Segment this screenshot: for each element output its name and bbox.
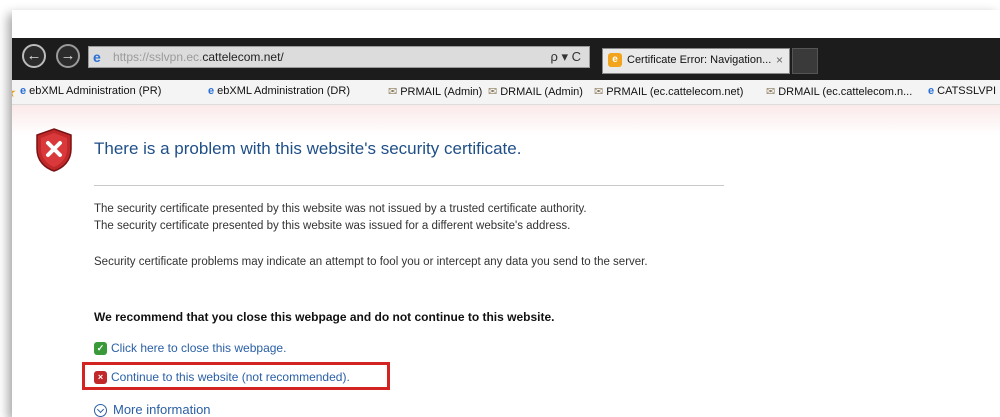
ie-icon: e	[928, 85, 935, 97]
ie-page-icon: e	[93, 49, 101, 65]
certificate-error-page: There is a problem with this website's s…	[12, 105, 1000, 417]
mail-icon: ✉	[388, 86, 398, 98]
tab-title: Certificate Error: Navigation...	[627, 54, 772, 66]
more-information-row[interactable]: More information	[94, 402, 211, 417]
close-webpage-link[interactable]: Click here to close this webpage.	[111, 341, 286, 355]
expand-chevron-icon[interactable]	[94, 404, 107, 417]
mail-icon: ✉	[766, 86, 776, 98]
ie-icon: e	[208, 85, 215, 97]
favorite-item-prmail-admin[interactable]: ✉ PRMAIL (Admin)	[388, 85, 482, 98]
close-webpage-row[interactable]: ✓ Click here to close this webpage.	[94, 341, 286, 356]
untrusted-authority-text: The security certificate presented by th…	[94, 203, 587, 215]
title-divider	[94, 185, 724, 186]
address-bar[interactable]: e https://sslvpn.ec.cattelecom.net/ ρ ▾ …	[88, 46, 590, 68]
search-refresh-controls[interactable]: ρ ▾ C	[550, 49, 581, 65]
ie-tab-icon: e	[608, 53, 622, 67]
green-shield-check-icon: ✓	[94, 342, 107, 356]
url-domain: cattelecom.net/	[202, 50, 284, 64]
favorites-star-icon[interactable]: ★	[12, 84, 17, 101]
favorite-item-catsslvpn[interactable]: e CATSSLVPI	[928, 85, 996, 97]
window-top-area	[12, 10, 1000, 38]
close-tab-icon[interactable]: ×	[776, 53, 783, 67]
mail-icon: ✉	[488, 86, 498, 98]
forward-button[interactable]: →	[56, 44, 80, 68]
browser-window: ← → e https://sslvpn.ec.cattelecom.net/ …	[12, 10, 1000, 417]
mail-icon: ✉	[594, 86, 604, 98]
favorite-item-prmail-ec[interactable]: ✉ PRMAIL (ec.cattelecom.net)	[594, 85, 743, 98]
favorite-item-drmail-admin[interactable]: ✉ DRMAIL (Admin)	[488, 85, 583, 98]
new-tab-button[interactable]	[792, 48, 818, 74]
address-url[interactable]: https://sslvpn.ec.cattelecom.net/	[113, 50, 284, 64]
shield-error-icon	[36, 128, 72, 172]
favorite-item-drmail-ec[interactable]: ✉ DRMAIL (ec.cattelecom.n...	[766, 85, 912, 98]
ie-icon: e	[20, 85, 27, 97]
back-button[interactable]: ←	[22, 44, 46, 68]
favorites-bar: ★ eebXML Administration (PR) eebXML Admi…	[12, 80, 1000, 105]
continue-website-link[interactable]: Continue to this website (not recommende…	[111, 370, 350, 384]
url-prefix: https://sslvpn.ec.	[113, 50, 203, 64]
address-mismatch-text: The security certificate presented by th…	[94, 220, 571, 232]
favorite-item-ebxml-dr[interactable]: e ebXML Administration (DR)	[208, 85, 350, 97]
continue-website-row[interactable]: × Continue to this website (not recommend…	[94, 370, 350, 385]
recommendation-text: We recommend that you close this webpage…	[94, 310, 555, 324]
security-warning-text: Security certificate problems may indica…	[94, 256, 648, 268]
more-information-link[interactable]: More information	[113, 402, 211, 417]
page-title: There is a problem with this website's s…	[94, 139, 522, 158]
tab-certificate-error[interactable]: e Certificate Error: Navigation... ×	[602, 48, 790, 74]
red-shield-x-icon: ×	[94, 371, 107, 385]
favorite-item-ebxml-pr[interactable]: e ebXML Administration (PR)	[20, 85, 161, 97]
